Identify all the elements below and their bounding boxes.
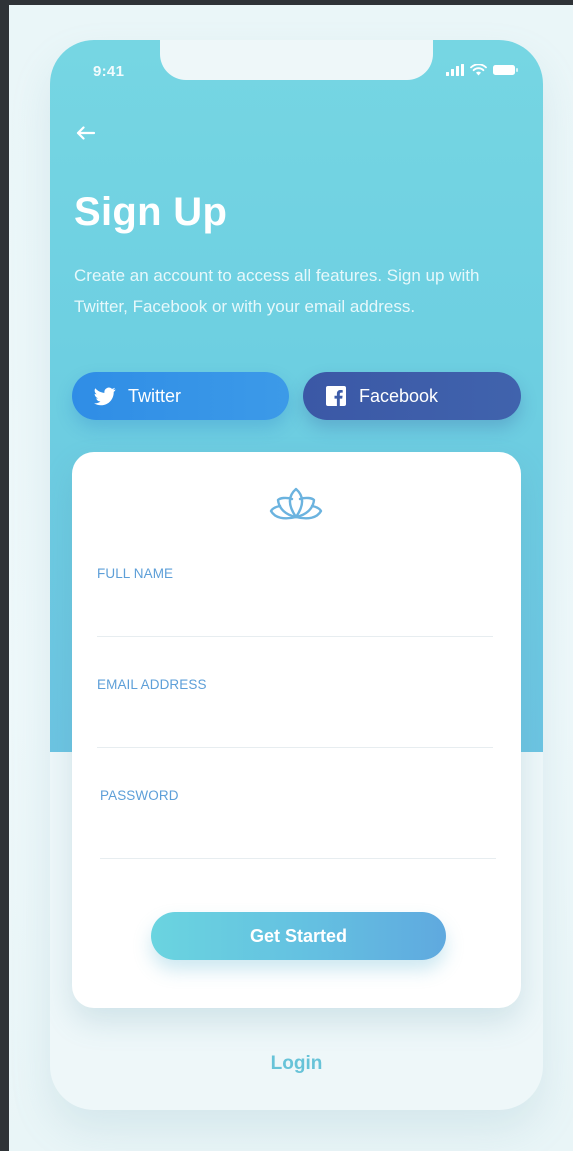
twitter-label: Twitter: [128, 385, 182, 406]
phone-frame: 9:41 Sign Up Create an account to access…: [50, 40, 543, 1110]
device-notch: [160, 40, 433, 80]
get-started-button[interactable]: Get Started: [151, 912, 446, 960]
password-input[interactable]: [100, 817, 496, 859]
email-label: EMAIL ADDRESS: [97, 677, 207, 692]
page-subtitle: Create an account to access all features…: [74, 266, 480, 316]
password-field: PASSWORD: [100, 788, 496, 859]
full-name-input[interactable]: [97, 595, 493, 637]
email-field: EMAIL ADDRESS: [97, 677, 493, 748]
lotus-icon: [269, 487, 323, 520]
full-name-field: FULL NAME: [97, 566, 493, 637]
twitter-bird-icon: [94, 385, 116, 407]
status-icons: [446, 64, 519, 76]
signal-icon: [446, 64, 464, 76]
facebook-label: Facebook: [359, 385, 439, 406]
back-button[interactable]: [70, 118, 100, 148]
full-name-label: FULL NAME: [97, 566, 174, 581]
battery-icon: [493, 65, 518, 75]
password-label: PASSWORD: [100, 788, 179, 803]
page-title: Sign Up: [74, 190, 228, 234]
email-input[interactable]: [97, 706, 493, 748]
facebook-f-icon: [325, 385, 347, 407]
arrow-left-icon: [76, 126, 96, 140]
wifi-icon: [470, 64, 487, 76]
signup-form-card: FULL NAME EMAIL ADDRESS PASSWORD Get Sta…: [72, 452, 521, 1008]
background-stage: 9:41 Sign Up Create an account to access…: [9, 5, 573, 1151]
status-time: 9:41: [93, 63, 125, 80]
twitter-signup-button[interactable]: Twitter: [72, 372, 289, 420]
facebook-signup-button[interactable]: Facebook: [303, 372, 521, 420]
login-link[interactable]: Login: [50, 1053, 543, 1075]
